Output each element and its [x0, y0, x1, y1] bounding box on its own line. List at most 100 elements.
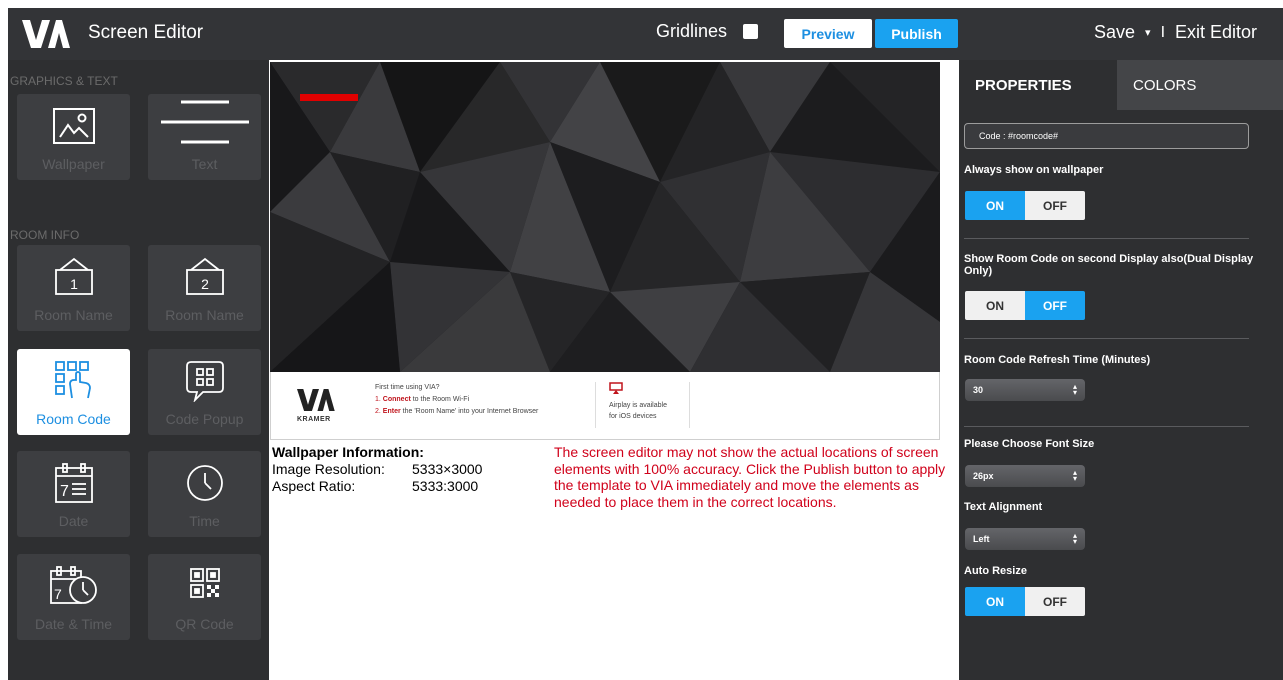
refresh-time-value: 30 [973, 385, 984, 395]
text-lines-icon [148, 100, 261, 144]
toggle-off[interactable]: OFF [1025, 291, 1085, 320]
step-number: 2. [375, 408, 381, 415]
tile-qr-code[interactable]: QR Code [148, 554, 261, 640]
via-logo [22, 20, 70, 48]
svg-text:2: 2 [201, 276, 209, 292]
updown-icon: ▴ ▾ [1072, 531, 1077, 546]
room-sign-1-icon: 1 [17, 255, 130, 299]
refresh-time-select[interactable]: 30 ▴ ▾ [965, 379, 1085, 401]
calendar-clock-icon: 7 [17, 564, 130, 608]
text-alignment-label: Text Alignment [964, 501, 1043, 513]
toggle-on[interactable]: ON [965, 291, 1025, 320]
tile-date-time[interactable]: 7 Date & Time [17, 554, 130, 640]
tile-time[interactable]: Time [148, 451, 261, 537]
toggle-off[interactable]: OFF [1025, 587, 1085, 616]
tile-wallpaper[interactable]: Wallpaper [17, 94, 130, 180]
publish-button[interactable]: Publish [875, 19, 958, 48]
tab-properties[interactable]: PROPERTIES [959, 60, 1117, 110]
editor-canvas[interactable]: KRAMER First time using VIA? 1. Connect … [269, 60, 959, 680]
toggle-off[interactable]: OFF [1025, 191, 1085, 220]
updown-icon: ▴ ▾ [1072, 382, 1077, 397]
polygon-wallpaper-image [270, 62, 940, 372]
tile-text[interactable]: Text [148, 94, 261, 180]
airplay-line-1: Airplay is available [609, 402, 667, 409]
text-alignment-value: Left [973, 534, 990, 544]
resolution-value: 5333×3000 [412, 461, 483, 477]
aspect-value: 5333:3000 [412, 478, 479, 494]
touch-grid-icon [17, 359, 130, 403]
gridlines-toggle[interactable]: Gridlines [656, 21, 759, 42]
kramer-brand: KRAMER [297, 416, 331, 423]
tile-label: Room Name [165, 307, 244, 323]
info-row-resolution: Image Resolution: 5333×3000 [272, 461, 482, 478]
panel-tabs: PROPERTIES COLORS [959, 60, 1283, 110]
auto-resize-toggle[interactable]: ON OFF [965, 587, 1085, 616]
always-show-toggle[interactable]: ON OFF [965, 191, 1085, 220]
wallpaper-information: Wallpaper Information: Image Resolution:… [272, 444, 482, 495]
tile-label: QR Code [175, 616, 234, 632]
divider [595, 382, 596, 428]
updown-icon: ▴ ▾ [1072, 468, 1077, 483]
via-kramer-logo: KRAMER [297, 386, 341, 426]
info-row-aspect: Aspect Ratio: 5333:3000 [272, 478, 482, 495]
toggle-on[interactable]: ON [965, 587, 1025, 616]
divider [964, 426, 1249, 427]
save-button[interactable]: Save [1094, 22, 1135, 43]
tile-label: Room Name [34, 307, 113, 323]
svg-text:7: 7 [54, 586, 62, 602]
step-number: 1. [375, 396, 381, 403]
save-menu: Save ▾ I Exit Editor [1094, 22, 1257, 43]
airplay-icon [609, 382, 623, 394]
info-heading: Wallpaper Information: [272, 444, 424, 460]
font-size-value: 26px [973, 471, 994, 481]
step-keyword: Enter [382, 408, 401, 415]
step-text: to the Room Wi-Fi [410, 396, 470, 403]
gridlines-checkbox[interactable] [743, 24, 759, 39]
preview-button[interactable]: Preview [784, 19, 872, 48]
separator: I [1160, 23, 1166, 41]
tab-colors[interactable]: COLORS [1117, 60, 1283, 110]
accuracy-warning: The screen editor may not show the actua… [554, 444, 946, 510]
tile-code-popup[interactable]: Code Popup [148, 349, 261, 435]
aspect-label: Aspect Ratio: [272, 478, 356, 494]
airplay-note: Airplay is available for iOS devices [609, 400, 667, 422]
divider [689, 382, 690, 428]
tile-label: Room Code [36, 411, 111, 427]
font-size-label: Please Choose Font Size [964, 438, 1095, 450]
divider [964, 338, 1249, 339]
tile-room-name-1[interactable]: 1 Room Name [17, 245, 130, 331]
tile-label: Date [58, 513, 89, 529]
toggle-on[interactable]: ON [965, 191, 1025, 220]
text-alignment-select[interactable]: Left ▴ ▾ [965, 528, 1085, 550]
section-graphics-text: GRAPHICS & TEXT [10, 74, 118, 88]
image-icon [17, 104, 130, 148]
room-code-placeholder[interactable] [300, 94, 358, 101]
clock-icon [148, 461, 261, 505]
banner-line-2: 1. Connect to the Room Wi-Fi [375, 394, 538, 406]
second-display-toggle[interactable]: ON OFF [965, 291, 1085, 320]
step-keyword: Connect [382, 396, 411, 403]
tile-label: Time [189, 513, 220, 529]
tile-label: Wallpaper [42, 156, 105, 172]
banner-instructions: First time using VIA? 1. Connect to the … [375, 382, 538, 418]
exit-editor-button[interactable]: Exit Editor [1175, 22, 1257, 43]
svg-text:7: 7 [60, 483, 69, 500]
tile-label: Date & Time [34, 616, 113, 632]
tile-room-code[interactable]: Room Code [17, 349, 130, 435]
calendar-icon: 7 [17, 461, 130, 505]
room-sign-2-icon: 2 [148, 255, 261, 299]
tile-date[interactable]: 7 Date [17, 451, 130, 537]
wallpaper-preview[interactable] [270, 62, 940, 372]
save-dropdown-icon[interactable]: ▾ [1145, 26, 1151, 39]
step-text: the 'Room Name' into your Internet Brows… [400, 408, 539, 415]
font-size-select[interactable]: 26px ▴ ▾ [965, 465, 1085, 487]
wallpaper-info-banner: KRAMER First time using VIA? 1. Connect … [270, 372, 940, 440]
airplay-line-2: for iOS devices [609, 413, 657, 420]
code-field[interactable]: Code : #roomcode# [964, 123, 1249, 149]
resolution-label: Image Resolution: [272, 461, 385, 477]
tile-room-name-2[interactable]: 2 Room Name [148, 245, 261, 331]
tile-label: Code Popup [165, 411, 244, 427]
app-title: Screen Editor [88, 22, 204, 43]
second-display-label: Show Room Code on second Display also(Du… [964, 253, 1254, 277]
banner-line-1: First time using VIA? [375, 384, 440, 391]
